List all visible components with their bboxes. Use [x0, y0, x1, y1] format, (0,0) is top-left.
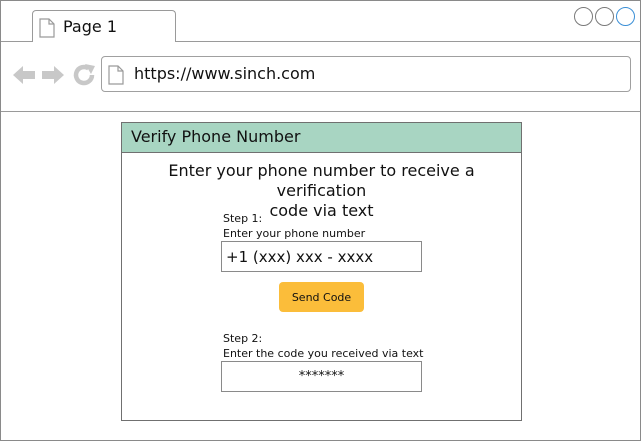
verification-code-input[interactable] [221, 361, 422, 392]
close-button[interactable] [616, 7, 635, 26]
step-1-label: Step 1: [223, 212, 263, 225]
forward-arrow-icon[interactable] [41, 64, 65, 90]
step-2-label: Step 2: [223, 332, 263, 345]
verify-phone-dialog: Verify Phone Number Enter your phone num… [121, 122, 522, 421]
address-bar[interactable]: https://www.sinch.com [101, 56, 631, 92]
reload-icon[interactable] [72, 63, 96, 91]
tab-page-1[interactable]: Page 1 [32, 10, 176, 42]
back-arrow-icon[interactable] [12, 64, 36, 90]
dialog-title: Verify Phone Number [131, 127, 301, 146]
browser-chrome: Page 1 https://www.sinch.com [1, 1, 640, 112]
tab-title: Page 1 [63, 17, 117, 36]
dialog-header: Verify Phone Number [122, 123, 521, 153]
window-controls [574, 7, 635, 26]
minimize-button[interactable] [574, 7, 593, 26]
url-text: https://www.sinch.com [134, 64, 316, 83]
step-2-description: Enter the code you received via text [223, 347, 424, 360]
page-icon [39, 18, 55, 42]
step-1-description: Enter your phone number [223, 227, 366, 240]
intro-line-2: code via text [269, 201, 374, 220]
phone-number-input[interactable] [221, 241, 422, 272]
intro-text: Enter your phone number to receive a ver… [122, 161, 521, 221]
intro-line-1: Enter your phone number to receive a ver… [168, 161, 475, 200]
browser-window: Page 1 https://www.sinch.com Verify Phon… [0, 0, 641, 441]
page-icon [108, 65, 124, 89]
maximize-button[interactable] [595, 7, 614, 26]
send-code-button[interactable]: Send Code [279, 282, 364, 312]
